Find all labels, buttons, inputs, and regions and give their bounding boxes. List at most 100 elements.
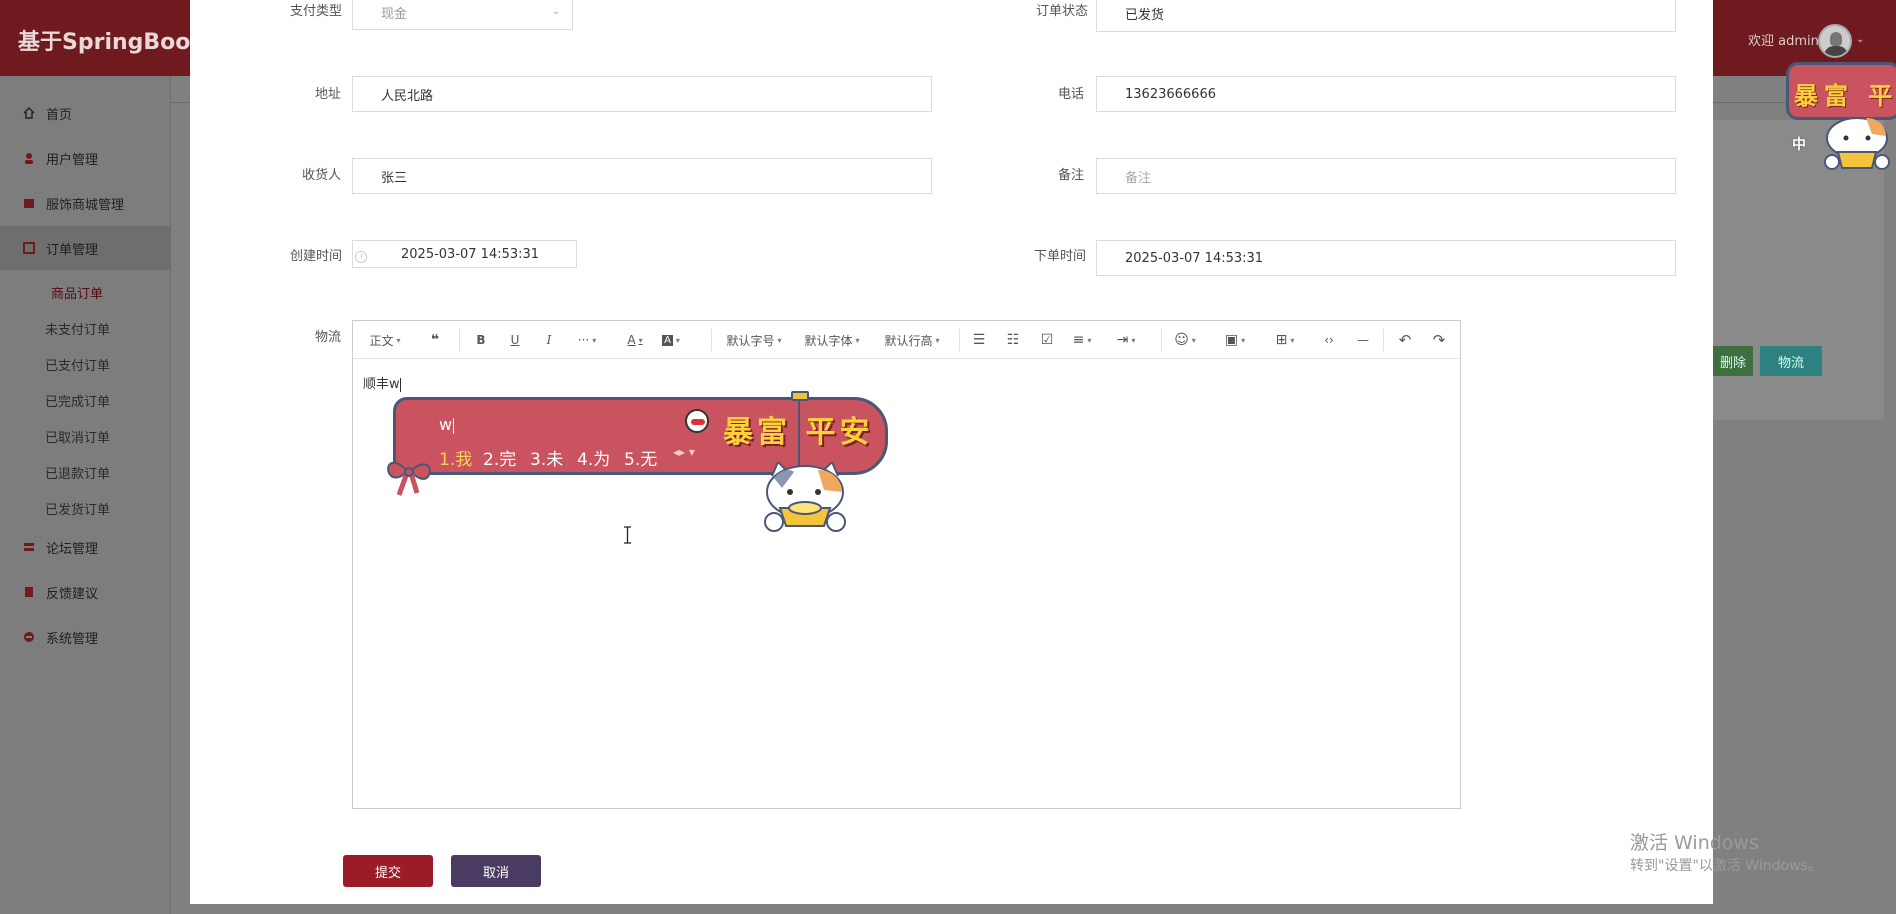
chevron-down-icon[interactable]: ⌄ [1856,34,1864,45]
font-size-label: 默认字号 [726,333,775,348]
emotion-icon[interactable]: ☺ ▾ [1169,321,1201,359]
font-color-label: A [627,333,636,347]
address-value: 人民北路 [381,88,434,104]
sidebar-item-label: 用户管理 [46,152,99,168]
line-height-dropdown[interactable]: 默认行高 ▾ [883,321,941,359]
caret-icon: ▾ [1241,335,1246,345]
editor-toolbar: 正文 ▾ ❝ B U I ··· ▾ A ▾ A ▾ 默认字号 ▾ 默认字体 ▾ 默认行高 ▾… [353,321,1460,359]
cat-mascot-icon [764,462,846,532]
sidebar-item-shop[interactable]: 服饰商城管理 [0,181,171,225]
numbered-list-icon[interactable]: ☷ [1001,321,1025,359]
ime-candidate[interactable]: 4.为 [577,445,610,470]
logistics-button[interactable]: 物流 [1760,346,1822,376]
order-status-field[interactable]: 已发货 [1096,0,1676,32]
cat-mascot-icon [1824,117,1890,170]
ime-candidate[interactable]: 5.无 [624,445,657,470]
sidebar-item-system[interactable]: 系统管理 [0,615,171,659]
bow-icon [387,461,431,496]
sidebar-subitem[interactable]: 已完成订单 [45,391,110,410]
sidebar-item-label: 系统管理 [46,631,99,647]
ime-mode-indicator[interactable]: 中 [1792,134,1806,154]
line-height-label: 默认行高 [884,333,933,348]
remark-input[interactable]: 备注 [1096,158,1676,194]
font-color-icon[interactable]: A ▾ [621,321,649,359]
bold-icon[interactable]: B [469,321,493,359]
phone-input[interactable]: 13623666666 [1096,76,1676,112]
cancel-button[interactable]: 取消 [451,855,541,887]
user-icon [22,151,36,165]
ime-candidate[interactable]: 3.未 [530,445,563,470]
receiver-input[interactable]: 张三 [352,158,932,194]
order-icon [22,241,36,255]
sidebar-subitem[interactable]: 已取消订单 [45,427,110,446]
ime-banner: 暴富 平安 [723,415,874,450]
font-family-dropdown[interactable]: 默认字体 ▾ [803,321,861,359]
font-family-label: 默认字体 [804,333,853,348]
caret-icon: ▾ [1087,335,1092,345]
divider-icon[interactable]: — [1351,321,1375,359]
sidebar-item-forum[interactable]: 论坛管理 [0,525,171,569]
sticker-banner: 暴富 平安 [1794,82,1896,110]
caret-icon: ▾ [675,335,680,345]
ime-candidate[interactable]: 2.完 [483,445,516,470]
sidebar-subitem[interactable]: 已退款订单 [45,463,110,482]
order-status-value: 已发货 [1125,7,1165,23]
caret-icon: ▾ [855,335,860,345]
sidebar-subitem[interactable]: 未支付订单 [45,319,110,338]
logistics-content: 顺丰w [363,377,400,392]
create-time-label: 创建时间 [290,249,343,264]
sidebar-item-label: 服饰商城管理 [46,197,125,213]
font-size-dropdown[interactable]: 默认字号 ▾ [725,321,783,359]
caret-icon: ▾ [1131,335,1136,345]
paragraph-dropdown[interactable]: 正文 ▾ [361,321,409,359]
todo-icon[interactable]: ☑ [1035,321,1059,359]
order-time-label: 下单时间 [1034,249,1087,264]
caret-icon: ▾ [777,335,782,345]
bullet-list-icon[interactable]: ☰ [967,321,991,359]
remark-placeholder: 备注 [1125,170,1152,186]
sidebar-item-home[interactable]: 首页 [0,91,171,135]
table-icon[interactable]: ⊞ ▾ [1269,321,1301,359]
sidebar-item-orders[interactable]: 订单管理 [0,226,171,270]
ime-status-sticker[interactable]: 暴富 平安 中 [1786,62,1896,174]
redo-icon[interactable]: ↷ [1427,321,1451,359]
delete-button[interactable]: 删除 [1713,346,1753,376]
payment-type-select[interactable]: 现金 ⌄ [352,0,573,30]
sidebar-item-users[interactable]: 用户管理 [0,136,171,180]
avatar[interactable] [1818,24,1852,58]
sidebar-subitem[interactable]: 已发货订单 [45,499,110,518]
editor-content[interactable]: 顺丰w [363,373,401,392]
background-color-icon[interactable]: A ▾ [657,321,685,359]
paragraph-label: 正文 [369,333,394,348]
remark-label: 备注 [1058,168,1085,183]
address-label: 地址 [315,87,342,102]
sidebar-item-feedback[interactable]: 反馈建议 [0,570,171,614]
ime-caret [453,417,455,434]
underline-icon[interactable]: U [503,321,527,359]
ime-candidate[interactable]: 1.我 [439,445,472,470]
clock-icon [355,251,367,263]
order-time-input[interactable]: 2025-03-07 14:53:31 [1096,240,1676,276]
toolbar-separator [959,329,960,351]
quote-icon[interactable]: ❝ [423,321,447,359]
justify-icon[interactable]: ≡ ▾ [1065,321,1099,359]
more-styles-icon[interactable]: ··· ▾ [571,321,603,359]
ime-pin [791,391,809,401]
order-status-label: 订单状态 [1036,4,1089,19]
italic-icon[interactable]: I [537,321,561,359]
toolbar-separator [711,329,712,351]
rich-text-editor[interactable]: 正文 ▾ ❝ B U I ··· ▾ A ▾ A ▾ 默认字号 ▾ 默认字体 ▾ 默认行高 ▾… [352,320,1461,809]
sidebar-subitem[interactable]: 商品订单 [51,283,103,302]
sidebar-subitem[interactable]: 已支付订单 [45,355,110,374]
create-time-picker[interactable]: 2025-03-07 14:53:31 [352,240,577,268]
caret-icon: ▾ [1290,335,1295,345]
indent-icon[interactable]: ⇥ ▾ [1109,321,1143,359]
code-icon[interactable]: ‹› [1317,321,1341,359]
undo-icon[interactable]: ↶ [1393,321,1417,359]
ime-page-arrows-icon[interactable]: ◂▸ ▾ [673,445,695,459]
image-icon[interactable]: ▣ ▾ [1219,321,1251,359]
justify-label: ≡ [1072,332,1085,348]
submit-button[interactable]: 提交 [343,855,433,887]
address-input[interactable]: 人民北路 [352,76,932,112]
activation-watermark-text: 转到"设置"以激活 Windows。 [1630,858,1822,874]
